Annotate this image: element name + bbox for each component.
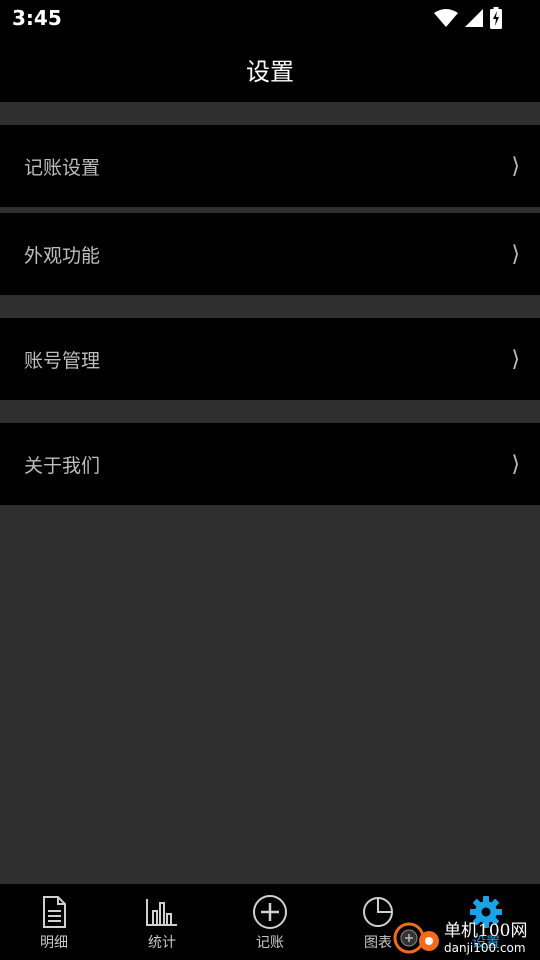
tab-label: 明细 (40, 935, 68, 951)
add-circle-icon (253, 895, 287, 929)
watermark-url: danji100.com (444, 940, 526, 955)
system-icons (434, 7, 502, 29)
tab-label: 图表 (364, 935, 392, 951)
pie-chart-icon (363, 897, 393, 927)
chevron-right-icon: ⟩ (511, 346, 520, 372)
settings-item-label: 关于我们 (24, 454, 101, 477)
settings-item-label: 账号管理 (24, 349, 101, 372)
settings-item-appearance[interactable]: 外观功能 ⟩ (0, 213, 540, 295)
settings-item-label: 记账设置 (24, 156, 101, 179)
document-icon (43, 896, 66, 928)
status-bar: 3:45 (0, 0, 540, 36)
watermark-text: 单机100网 (444, 920, 528, 941)
wifi-icon (434, 9, 458, 27)
watermark: 单机100网 danji100.com (392, 915, 540, 960)
settings-item-about[interactable]: 关于我们 ⟩ (0, 423, 540, 505)
settings-item-label: 外观功能 (24, 244, 101, 267)
battery-charging-icon (490, 7, 502, 29)
tab-details[interactable]: 明细 (0, 884, 108, 960)
tab-statistics[interactable]: 统计 (108, 884, 216, 960)
settings-item-account[interactable]: 账号管理 ⟩ (0, 318, 540, 400)
tab-label: 统计 (148, 935, 176, 951)
tab-label: 记账 (256, 935, 284, 951)
chevron-right-icon: ⟩ (511, 241, 520, 267)
chevron-right-icon: ⟩ (511, 153, 520, 179)
signal-icon (465, 9, 483, 27)
tab-add-record[interactable]: 记账 (216, 884, 324, 960)
bar-chart-icon (146, 899, 177, 926)
settings-item-bookkeeping[interactable]: 记账设置 ⟩ (0, 125, 540, 207)
app-header: 设置 (0, 36, 540, 102)
chevron-right-icon: ⟩ (511, 451, 520, 477)
watermark-logo-icon (393, 922, 439, 953)
page-title: 设置 (246, 57, 294, 86)
status-time: 3:45 (12, 6, 62, 30)
